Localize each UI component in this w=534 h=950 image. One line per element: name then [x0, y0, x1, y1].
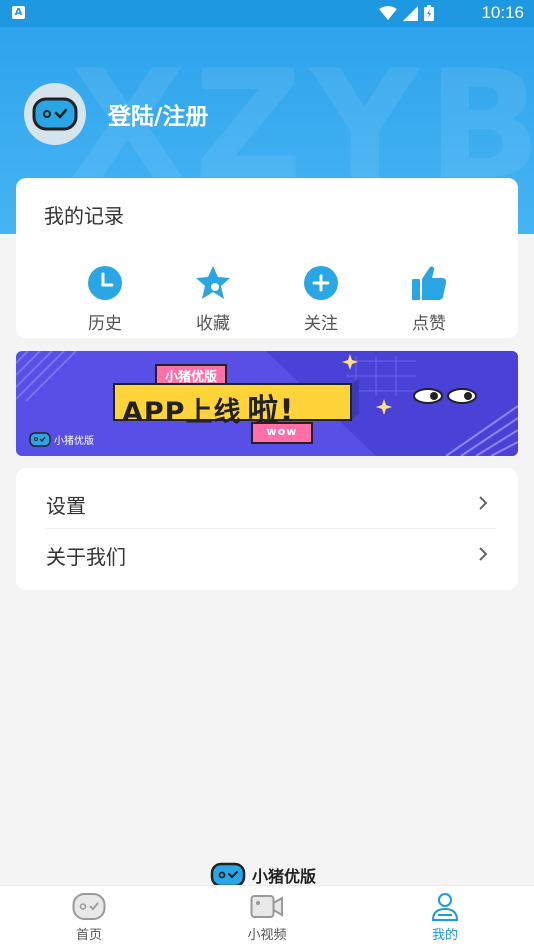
menu-about-us[interactable]: 关于我们 — [16, 529, 518, 579]
status-bar: A 10:16 — [0, 0, 534, 27]
record-label: 点赞 — [412, 314, 446, 334]
bottom-tab-bar: 首页 小视频 我的 — [0, 885, 534, 950]
settings-menu-card: 设置 关于我们 — [16, 468, 518, 590]
my-records-card: 我的记录 历史 收藏 关注 点赞 — [16, 178, 518, 338]
tab-label: 小视频 — [247, 928, 287, 943]
plus-circle-icon — [304, 266, 338, 300]
record-favorites[interactable]: 收藏 — [168, 264, 258, 334]
login-register-link[interactable]: 登陆/注册 — [108, 97, 208, 131]
clock-time: 10:16 — [481, 3, 524, 22]
record-label: 关注 — [304, 314, 338, 334]
banner-brand: 小猪优版 — [54, 436, 94, 447]
chevron-right-icon — [479, 496, 488, 510]
record-label: 收藏 — [196, 314, 230, 334]
tab-home[interactable]: 首页 — [29, 886, 149, 950]
record-history[interactable]: 历史 — [60, 264, 150, 334]
banner-wow: wow — [266, 425, 298, 438]
tab-label: 首页 — [75, 928, 102, 943]
wifi-icon — [379, 6, 397, 20]
system-icons — [379, 5, 434, 21]
record-follow[interactable]: 关注 — [276, 264, 366, 334]
record-likes[interactable]: 点赞 — [384, 264, 474, 334]
banner-headline-text: APP上线 — [122, 397, 242, 428]
record-label: 历史 — [88, 314, 122, 334]
tab-short-video[interactable]: 小视频 — [207, 886, 327, 950]
video-camera-icon — [250, 895, 283, 918]
menu-settings[interactable]: 设置 — [16, 478, 518, 528]
app-notification-icon: A — [12, 6, 25, 19]
avatar[interactable] — [24, 83, 86, 145]
home-tab-icon — [72, 893, 106, 920]
tab-label: 我的 — [431, 928, 458, 943]
menu-label: 设置 — [46, 494, 86, 518]
banner-exclaim: 啦! — [247, 393, 295, 429]
clock-icon — [88, 266, 122, 300]
star-icon — [196, 266, 230, 299]
menu-label: 关于我们 — [46, 545, 126, 569]
promo-banner[interactable]: 小猪优版 APP上线 啦! wow 小猪优版 — [16, 351, 518, 456]
records-title: 我的记录 — [44, 204, 124, 228]
banner-headline: APP上线 啦! — [122, 385, 295, 430]
banner-tag: 小猪优版 — [164, 370, 217, 385]
pig-logo-icon — [32, 97, 78, 131]
battery-icon — [424, 5, 434, 21]
user-profile-icon — [431, 893, 459, 921]
footer-brand-text: 小猪优版 — [252, 867, 317, 886]
thumbs-up-icon — [412, 266, 447, 300]
signal-icon — [403, 5, 418, 21]
tab-mine[interactable]: 我的 — [385, 886, 505, 950]
chevron-right-icon — [479, 547, 488, 561]
